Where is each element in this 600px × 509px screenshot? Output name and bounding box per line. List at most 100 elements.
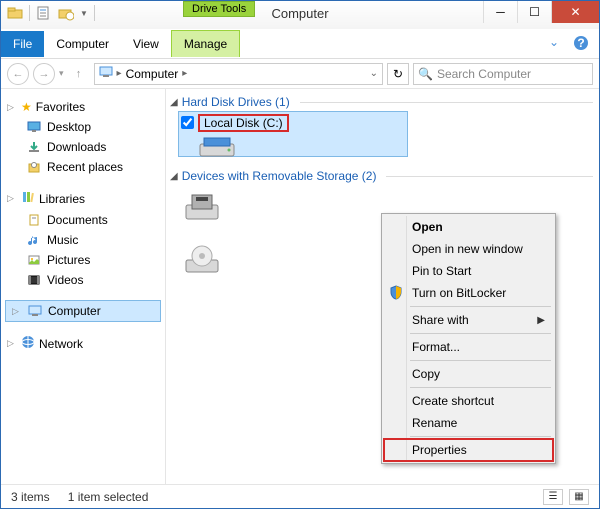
tiles-view-button[interactable]: ▦ xyxy=(569,489,589,505)
help-icon[interactable]: ? xyxy=(573,35,591,53)
refresh-button[interactable]: ↻ xyxy=(387,63,409,85)
breadcrumb-caret-icon[interactable]: ▸ xyxy=(117,68,122,79)
ctx-create-shortcut[interactable]: Create shortcut xyxy=(384,390,553,412)
ctx-pin-to-start[interactable]: Pin to Start xyxy=(384,260,553,282)
content-pane: ◢ Hard Disk Drives (1) Local Disk (C:) ◢… xyxy=(166,89,599,484)
shield-icon xyxy=(388,285,404,301)
sidebar-item-desktop[interactable]: Desktop xyxy=(5,117,161,137)
menu-separator xyxy=(410,333,551,334)
group-header-label: Devices with Removable Storage (2) xyxy=(182,169,377,183)
context-menu: Open Open in new window Pin to Start Tur… xyxy=(381,213,556,464)
ctx-share-with[interactable]: Share with▶ xyxy=(384,309,553,331)
breadcrumb-location[interactable]: Computer xyxy=(126,67,179,81)
sidebar-item-downloads[interactable]: Downloads xyxy=(5,137,161,157)
forward-button[interactable]: → xyxy=(33,63,55,85)
titlebar: ▼ Drive Tools Computer ─ ☐ ✕ xyxy=(1,1,599,29)
floppy-drive-icon[interactable] xyxy=(182,189,222,228)
drive-label-highlight: Local Disk (C:) xyxy=(198,114,289,132)
selection-count: 1 item selected xyxy=(68,490,149,504)
svg-text:?: ? xyxy=(577,36,584,50)
item-count: 3 items xyxy=(11,490,50,504)
sidebar-item-music[interactable]: Music xyxy=(5,230,161,250)
hdd-group-header[interactable]: ◢ Hard Disk Drives (1) xyxy=(166,89,599,111)
drive-checkbox[interactable] xyxy=(181,116,194,129)
sidebar-item-label: Network xyxy=(39,337,83,351)
menu-separator xyxy=(410,306,551,307)
tab-manage[interactable]: Manage xyxy=(171,30,240,57)
qat-dropdown-icon[interactable]: ▼ xyxy=(80,9,88,18)
favorites-group[interactable]: ▷ ★ Favorites xyxy=(5,97,161,117)
ribbon-expand-icon[interactable]: ⌄ xyxy=(549,35,567,53)
sidebar-item-network[interactable]: ▷ Network xyxy=(5,332,161,355)
ctx-rename[interactable]: Rename xyxy=(384,412,553,434)
address-dropdown-icon[interactable]: ⌄ xyxy=(370,68,378,79)
sidebar-item-label: Recent places xyxy=(47,160,123,174)
minimize-button[interactable]: ─ xyxy=(483,1,517,23)
up-button[interactable]: ↑ xyxy=(68,63,90,85)
chevron-icon[interactable]: ▷ xyxy=(7,193,17,204)
maximize-button[interactable]: ☐ xyxy=(517,1,551,23)
libraries-icon xyxy=(21,190,35,207)
chevron-icon[interactable]: ▷ xyxy=(12,306,22,317)
sidebar-item-label: Music xyxy=(47,233,78,247)
status-bar: 3 items 1 item selected ☰ ▦ xyxy=(1,484,599,508)
properties-qat-icon[interactable] xyxy=(36,5,52,21)
ctx-bitlocker[interactable]: Turn on BitLocker xyxy=(384,282,553,304)
ctx-open-new-window[interactable]: Open in new window xyxy=(384,238,553,260)
drive-local-disk-c[interactable]: Local Disk (C:) xyxy=(178,111,408,157)
chevron-icon[interactable]: ▷ xyxy=(7,102,17,113)
star-icon: ★ xyxy=(21,100,32,114)
menu-separator xyxy=(410,387,551,388)
details-view-button[interactable]: ☰ xyxy=(543,489,563,505)
devices-group-header[interactable]: ◢ Devices with Removable Storage (2) xyxy=(166,163,599,185)
quick-access-toolbar: ▼ xyxy=(1,1,101,25)
computer-icon xyxy=(99,65,113,82)
window-title: Computer xyxy=(271,6,328,21)
breadcrumb-caret-icon[interactable]: ▸ xyxy=(182,68,187,79)
sidebar-item-recent-places[interactable]: Recent places xyxy=(5,157,161,177)
ctx-open[interactable]: Open xyxy=(384,216,553,238)
sidebar-item-label: Documents xyxy=(47,213,108,227)
separator xyxy=(94,5,95,21)
menu-separator xyxy=(410,436,551,437)
submenu-arrow-icon: ▶ xyxy=(537,315,545,326)
sidebar-item-label: Desktop xyxy=(47,120,91,134)
collapse-icon[interactable]: ◢ xyxy=(170,171,178,182)
new-folder-qat-icon[interactable] xyxy=(58,5,74,21)
body: ▷ ★ Favorites Desktop Downloads Recent p… xyxy=(1,89,599,484)
sidebar-item-computer[interactable]: ▷ Computer xyxy=(5,300,161,322)
libraries-group[interactable]: ▷ Libraries xyxy=(5,187,161,210)
address-bar-row: ← → ▾ ↑ ▸ Computer ▸ ⌄ ↻ 🔍 Search Comput… xyxy=(1,59,599,89)
hard-disk-icon xyxy=(198,134,236,160)
ctx-format[interactable]: Format... xyxy=(384,336,553,358)
favorites-label: Favorites xyxy=(36,100,85,114)
separator xyxy=(29,5,30,21)
ctx-copy[interactable]: Copy xyxy=(384,363,553,385)
search-icon: 🔍 xyxy=(418,67,433,81)
sidebar-item-pictures[interactable]: Pictures xyxy=(5,250,161,270)
collapse-icon[interactable]: ◢ xyxy=(170,97,178,108)
dvd-drive-icon[interactable] xyxy=(182,242,222,281)
sidebar-item-label: Computer xyxy=(48,304,101,318)
sidebar-item-documents[interactable]: Documents xyxy=(5,210,161,230)
address-bar[interactable]: ▸ Computer ▸ ⌄ xyxy=(94,63,383,85)
menu-separator xyxy=(410,360,551,361)
chevron-icon[interactable]: ▷ xyxy=(7,338,17,349)
drive-label: Local Disk (C:) xyxy=(204,116,283,130)
file-explorer-window: ▼ Drive Tools Computer ─ ☐ ✕ File Comput… xyxy=(0,0,600,509)
tab-computer[interactable]: Computer xyxy=(44,31,121,57)
ribbon-tabs: File Computer View Manage ⌄ ? xyxy=(1,29,599,59)
close-button[interactable]: ✕ xyxy=(551,1,599,23)
drive-tools-context-tab: Drive Tools xyxy=(183,1,255,17)
group-header-label: Hard Disk Drives (1) xyxy=(182,95,290,109)
app-icon xyxy=(7,5,23,21)
search-box[interactable]: 🔍 Search Computer xyxy=(413,63,593,85)
network-icon xyxy=(21,335,35,352)
sidebar-item-videos[interactable]: Videos xyxy=(5,270,161,290)
tab-view[interactable]: View xyxy=(121,31,171,57)
back-button[interactable]: ← xyxy=(7,63,29,85)
tab-file[interactable]: File xyxy=(1,31,44,57)
ctx-properties[interactable]: Properties xyxy=(384,439,553,461)
window-controls: ─ ☐ ✕ xyxy=(483,1,599,23)
recent-locations-icon[interactable]: ▾ xyxy=(59,68,64,79)
